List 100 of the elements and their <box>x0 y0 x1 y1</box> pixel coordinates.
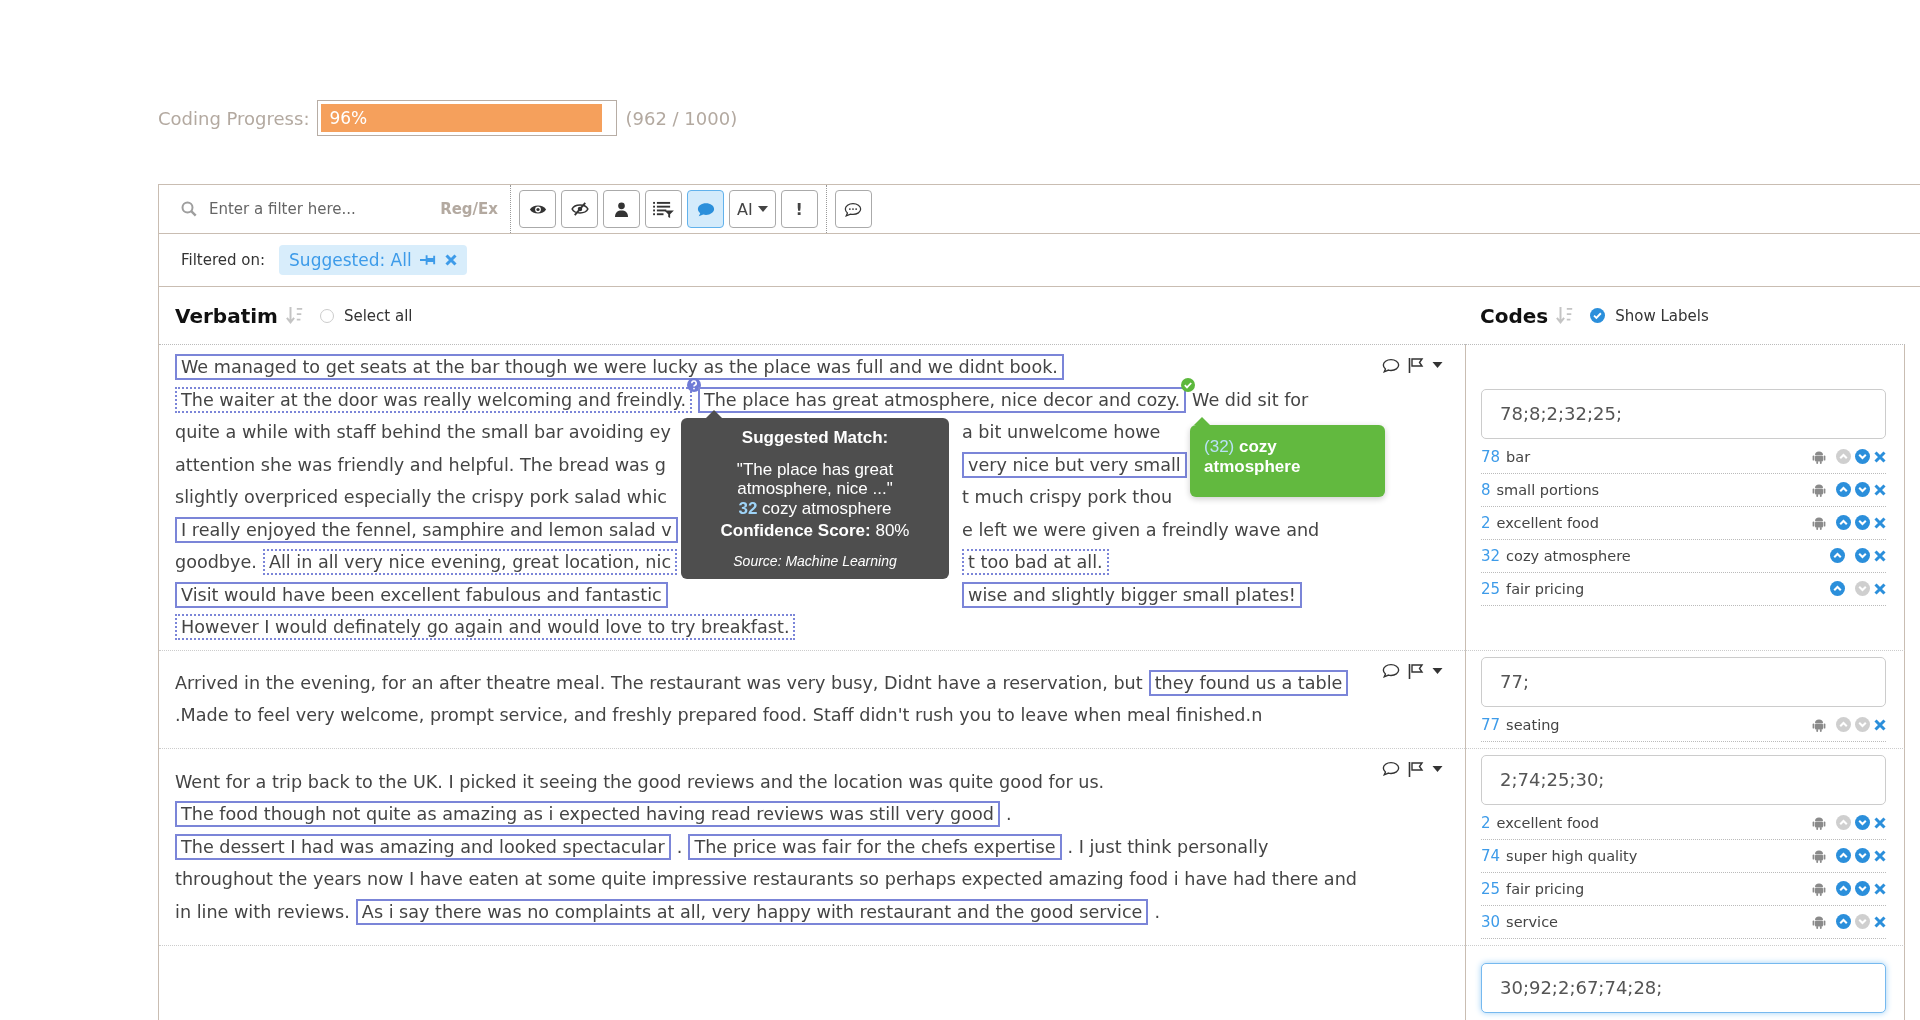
verbatim-text: . <box>676 836 683 857</box>
codes-input[interactable]: 2;74;25;30; <box>1481 754 1886 805</box>
move-down-icon[interactable] <box>1855 815 1870 830</box>
codes-input[interactable]: 30;92;2;67;74;28; <box>1481 962 1886 1013</box>
remove-icon[interactable] <box>1874 582 1886 595</box>
code-row[interactable]: 32 cozy atmosphere <box>1481 539 1886 573</box>
remove-icon[interactable] <box>1874 450 1886 463</box>
remove-icon[interactable] <box>1874 549 1886 562</box>
remove-icon[interactable] <box>1874 915 1886 928</box>
select-all-label[interactable]: Select all <box>343 306 413 325</box>
move-down-icon[interactable] <box>1855 449 1870 465</box>
code-number: 25 <box>1481 879 1501 898</box>
remove-icon[interactable] <box>1874 849 1886 862</box>
eye-slash-button[interactable] <box>561 190 598 228</box>
code-row[interactable]: 78 bar <box>1481 440 1886 474</box>
caret-icon[interactable] <box>1432 362 1443 368</box>
sort-icon[interactable] <box>1556 305 1575 326</box>
verbatim-text: e left we were given a freindly wave and <box>962 519 1320 540</box>
search-field[interactable]: Enter a filter here... <box>207 199 411 219</box>
codes-input[interactable]: 77; <box>1481 656 1886 707</box>
eye-button[interactable] <box>519 190 556 228</box>
move-down-icon[interactable] <box>1855 881 1870 896</box>
code-number: 32 <box>738 498 758 518</box>
code-number: 2 <box>1481 813 1491 832</box>
alert-button[interactable]: ! <box>780 190 818 228</box>
move-up-icon[interactable] <box>1836 881 1851 896</box>
code-label: super high quality <box>1506 847 1638 864</box>
verbatim-text: Went for a trip back to the UK. I picked it seeing the good reviews and the location was quite good for us. <box>175 771 1105 792</box>
code-number: 25 <box>1481 579 1501 598</box>
pin-icon[interactable] <box>419 254 437 266</box>
code-row[interactable]: 74 super high quality <box>1481 839 1886 873</box>
ai-dropdown[interactable]: AI <box>729 190 776 228</box>
caret-icon[interactable] <box>1432 765 1443 772</box>
remove-icon[interactable] <box>1874 816 1886 829</box>
codes-input[interactable]: 78;8;2;32;25; <box>1481 388 1886 439</box>
filter-label: Filtered on: <box>181 251 266 269</box>
verbatim-text: quite a while with staff behind the small bar avoiding ey <box>175 422 671 443</box>
highlighted-phrase[interactable]: t too bad at all. <box>962 549 1109 576</box>
code-row[interactable]: 30 service <box>1481 905 1886 939</box>
code-row[interactable]: 2 excellent food <box>1481 506 1886 540</box>
highlighted-phrase[interactable]: The place has great atmosphere, nice decor and cozy. <box>697 386 1186 413</box>
remove-icon[interactable] <box>1874 483 1886 496</box>
code-row[interactable]: 8 small portions <box>1481 473 1886 507</box>
list-filter-button[interactable] <box>645 190 682 228</box>
comment-icon[interactable] <box>1382 663 1400 678</box>
highlighted-phrase[interactable]: I really enjoyed the fennel, samphire and lemon salad v <box>175 516 678 543</box>
remove-icon[interactable] <box>1874 718 1886 731</box>
comment-icon[interactable] <box>1382 357 1400 373</box>
highlighted-phrase[interactable]: wise and slightly bigger small plates! <box>962 581 1302 608</box>
progress-label: Coding Progress: <box>158 107 310 129</box>
close-icon[interactable] <box>444 254 457 266</box>
code-label: small portions <box>1496 481 1600 498</box>
flag-icon[interactable] <box>1408 662 1424 679</box>
remove-icon[interactable] <box>1874 516 1886 529</box>
move-down-icon[interactable] <box>1855 848 1870 863</box>
code-number: 77 <box>1481 715 1501 734</box>
move-up-icon[interactable] <box>1836 914 1851 929</box>
comment-icon[interactable] <box>1382 761 1400 776</box>
comments-button[interactable] <box>834 190 872 228</box>
highlighted-phrase[interactable]: Visit would have been excellent fabulous and fantastic <box>175 581 668 608</box>
code-number: 78 <box>1481 447 1501 466</box>
comment-button[interactable] <box>687 190 724 228</box>
move-down-icon[interactable] <box>1855 515 1870 531</box>
question-icon[interactable] <box>686 377 701 392</box>
code-row[interactable]: 77 seating <box>1481 708 1886 742</box>
check-icon[interactable] <box>1181 377 1195 392</box>
highlighted-phrase[interactable]: The food though not quite as amazing as i expected having read reviews was still very good <box>175 801 1000 827</box>
highlighted-phrase[interactable]: The waiter at the door was really welcoming and freindly. <box>175 386 692 413</box>
sort-icon[interactable] <box>285 305 304 326</box>
code-row[interactable]: 2 excellent food <box>1481 806 1886 840</box>
caret-icon[interactable] <box>1432 667 1443 674</box>
filter-chip-label: Suggested: All <box>289 250 412 270</box>
highlighted-phrase[interactable]: We managed to get seats at the bar though we were lucky as the place was full and we didnt book. <box>175 354 1064 381</box>
highlighted-phrase[interactable]: very nice but very small <box>962 451 1187 478</box>
highlighted-phrase[interactable]: The price was fair for the chefs expertise <box>688 833 1062 860</box>
show-labels-label[interactable]: Show Labels <box>1615 306 1709 325</box>
highlighted-phrase[interactable]: The dessert I had was amazing and looked spectacular <box>175 833 671 860</box>
move-up-icon[interactable] <box>1836 515 1851 531</box>
tooltip-title: Suggested Match: <box>740 428 890 448</box>
highlighted-phrase[interactable]: However I would definately go again and would love to try breakfast. <box>175 614 796 641</box>
remove-icon[interactable] <box>1874 882 1886 895</box>
verbatim-text: . I just think personally <box>1067 836 1269 857</box>
code-label: cozy atmosphere <box>1506 547 1631 564</box>
move-up-icon[interactable] <box>1836 848 1851 863</box>
code-number: 2 <box>1481 513 1491 532</box>
highlighted-phrase[interactable]: All in all very nice evening, great location, nic <box>262 549 678 576</box>
move-down-icon[interactable] <box>1855 548 1870 564</box>
code-row[interactable]: 25 fair pricing <box>1481 572 1886 606</box>
flag-icon[interactable] <box>1408 357 1424 373</box>
move-up-icon[interactable] <box>1836 482 1851 498</box>
move-down-icon[interactable] <box>1855 482 1870 498</box>
move-up-icon[interactable] <box>1830 581 1845 597</box>
code-row[interactable]: 25 fair pricing <box>1481 872 1886 906</box>
flag-icon[interactable] <box>1408 760 1424 777</box>
highlighted-phrase[interactable]: As i say there was no complaints at all, very happy with restaurant and the good service <box>355 898 1149 925</box>
verbatim-text: We did sit for <box>1192 389 1309 410</box>
user-button[interactable] <box>603 190 640 228</box>
highlighted-phrase[interactable]: they found us a table <box>1148 669 1349 696</box>
checkbox[interactable] <box>1590 308 1606 323</box>
move-up-icon[interactable] <box>1830 548 1845 564</box>
